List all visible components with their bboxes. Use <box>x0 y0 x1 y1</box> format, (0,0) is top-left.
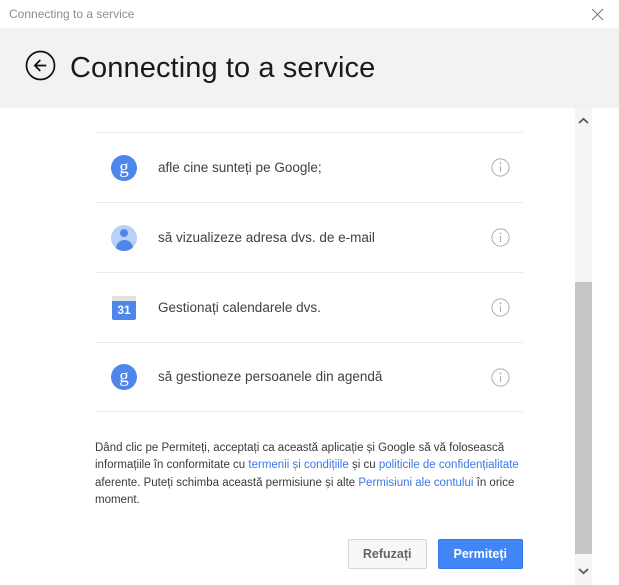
deny-button[interactable]: Refuzați <box>347 539 427 569</box>
window-title: Connecting to a service <box>9 7 135 21</box>
info-icon[interactable] <box>489 297 511 319</box>
close-button[interactable] <box>575 0 619 28</box>
permission-row[interactable]: să vizualizeze adresa dvs. de e-mail <box>95 202 523 272</box>
allow-button[interactable]: Permiteți <box>437 539 523 569</box>
content-scroll-area: g afle cine sunteți pe Google; să vizual… <box>0 108 574 585</box>
content-inner: g afle cine sunteți pe Google; să vizual… <box>0 108 574 569</box>
google-g-glyph: g <box>111 364 137 390</box>
info-icon[interactable] <box>489 366 511 388</box>
google-calendar-icon: 31 <box>111 295 137 321</box>
permission-row[interactable]: g să gestioneze persoanele din agendă <box>95 342 523 412</box>
disclaimer-text-part3: aferente. Puteți schimba această permisi… <box>95 476 359 489</box>
info-icon[interactable] <box>489 227 511 249</box>
scrollbar-thumb[interactable] <box>575 282 592 554</box>
scroll-down-button[interactable] <box>575 562 592 580</box>
back-button[interactable] <box>24 50 56 86</box>
avatar-glyph <box>111 224 137 251</box>
calendar-day-number: 31 <box>112 295 136 320</box>
person-avatar-icon <box>111 224 137 251</box>
chevron-up-icon <box>578 112 589 130</box>
vertical-scrollbar[interactable] <box>574 108 592 585</box>
permission-label: să vizualizeze adresa dvs. de e-mail <box>158 229 375 245</box>
permission-label: afle cine sunteți pe Google; <box>158 159 322 175</box>
consent-disclaimer: Dând clic pe Permiteți, acceptați ca ace… <box>95 440 523 509</box>
connecting-to-service-window: Connecting to a service Connecting to a … <box>0 0 619 585</box>
terms-and-conditions-link[interactable]: termenii și condițiile <box>248 459 348 471</box>
page-header: Connecting to a service <box>0 28 619 108</box>
disclaimer-text-part2: și cu <box>348 459 379 472</box>
scroll-up-button[interactable] <box>575 112 592 130</box>
permissions-list: g afle cine sunteți pe Google; să vizual… <box>95 132 523 412</box>
google-g-icon: g <box>111 154 137 181</box>
google-g-glyph: g <box>111 154 137 181</box>
page-title: Connecting to a service <box>70 51 376 84</box>
permission-label: Gestionați calendarele dvs. <box>158 299 321 315</box>
permission-label: să gestioneze persoanele din agendă <box>158 369 383 385</box>
chevron-down-icon <box>578 562 589 580</box>
window-titlebar: Connecting to a service <box>0 0 619 28</box>
action-buttons: Refuzați Permiteți <box>95 539 523 569</box>
info-icon[interactable] <box>489 157 511 179</box>
account-permissions-link[interactable]: Permisiuni ale contului <box>358 477 473 489</box>
back-arrow-icon <box>25 50 56 86</box>
google-g-icon: g <box>111 364 137 390</box>
close-icon <box>591 8 604 21</box>
permission-row[interactable]: 31 Gestionați calendarele dvs. <box>95 272 523 342</box>
permission-row[interactable]: g afle cine sunteți pe Google; <box>95 132 523 202</box>
privacy-policy-link[interactable]: politicile de confidențialitate <box>379 459 519 471</box>
